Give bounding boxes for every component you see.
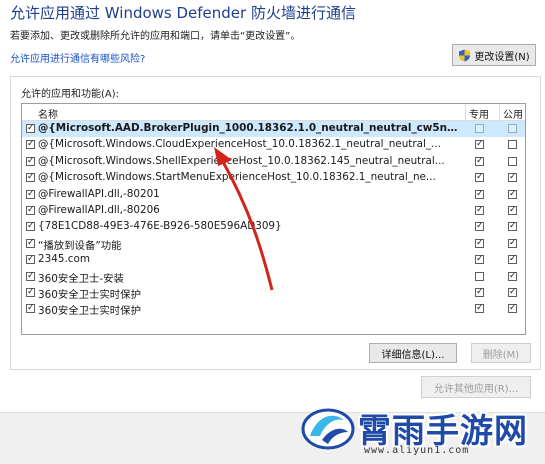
- page-title: 允许应用通过 Windows Defender 防火墙进行通信: [10, 4, 356, 22]
- public-network-checkbox[interactable]: ✓: [508, 206, 517, 215]
- app-name: @{Microsoft.Windows.StartMenuExperienceH…: [38, 171, 436, 184]
- description-text: 若要添加、更改或删除所允许的应用和端口，请单击“更改设置”。: [10, 31, 301, 42]
- private-network-checkbox[interactable]: ✓: [475, 222, 484, 232]
- list-header: 名称 专用 公用: [22, 104, 525, 121]
- app-name: 2345.com: [38, 253, 90, 266]
- column-private[interactable]: 专用: [469, 106, 489, 121]
- app-enabled-checkbox[interactable]: ✓: [26, 140, 35, 150]
- app-name: 360安全卫士-安装: [38, 272, 124, 285]
- public-network-checkbox[interactable]: ✓: [508, 189, 517, 199]
- public-network-checkbox[interactable]: ✓: [508, 238, 517, 248]
- app-name: @FirewallAPI.dll,-80201: [38, 187, 160, 200]
- public-network-checkbox[interactable]: ✓: [508, 173, 517, 183]
- app-enabled-checkbox[interactable]: ✓: [26, 271, 35, 281]
- private-network-checkbox[interactable]: [475, 124, 484, 133]
- watermark: 霄雨手游网 www.aliyun1.com: [300, 404, 535, 460]
- table-row[interactable]: ✓ @FirewallAPI.dll,-80201 ✓ ✓: [22, 187, 525, 203]
- private-network-checkbox[interactable]: ✓: [475, 206, 484, 215]
- private-network-checkbox[interactable]: ✓: [475, 189, 484, 199]
- watermark-logo-icon: [301, 408, 355, 450]
- column-divider[interactable]: [499, 104, 500, 120]
- column-divider[interactable]: [465, 104, 466, 120]
- table-row[interactable]: ✓ “播放到设备”功能 ✓ ✓: [22, 236, 525, 252]
- allowed-apps-label: 允许的应用和功能(A):: [21, 89, 120, 100]
- private-network-checkbox[interactable]: ✓: [475, 173, 484, 183]
- table-row[interactable]: ✓ 360安全卫士-安装 ✓: [22, 269, 525, 285]
- app-name: @{Microsoft.AAD.BrokerPlugin_1000.18362.…: [38, 122, 460, 134]
- allowed-apps-group: 允许的应用和功能(A): 名称 专用 公用 ✓ @{Microsoft.AAD.B…: [10, 76, 541, 370]
- private-network-checkbox[interactable]: ✓: [475, 288, 484, 297]
- table-row[interactable]: ✓ {78E1CD88-49E3-476E-B926-580E596AD309} ✓…: [22, 219, 525, 235]
- table-row[interactable]: ✓ 360安全卫士实时保护 ✓ ✓: [22, 301, 525, 318]
- app-name: 360安全卫士实时保护: [38, 289, 141, 301]
- private-network-checkbox[interactable]: ✓: [475, 304, 484, 314]
- table-row[interactable]: ✓ @FirewallAPI.dll,-80206 ✓ ✓: [22, 203, 525, 219]
- app-enabled-checkbox[interactable]: ✓: [26, 304, 35, 314]
- public-network-checkbox[interactable]: ✓: [508, 255, 517, 265]
- public-network-checkbox[interactable]: ✓: [508, 271, 517, 281]
- table-row[interactable]: ✓ @{Microsoft.Windows.ShellExperienceHost…: [22, 154, 525, 170]
- change-settings-button[interactable]: 更改设置(N): [452, 44, 536, 66]
- allowed-apps-list[interactable]: 名称 专用 公用 ✓ @{Microsoft.AAD.BrokerPlugin_1…: [21, 103, 526, 335]
- table-row[interactable]: ✓ 360安全卫士实时保护 ✓ ✓: [22, 285, 525, 301]
- app-enabled-checkbox[interactable]: ✓: [26, 238, 35, 248]
- private-network-checkbox[interactable]: ✓: [475, 140, 484, 150]
- remove-button[interactable]: 删除(M): [471, 343, 531, 363]
- private-network-checkbox[interactable]: ✓: [475, 156, 484, 166]
- app-enabled-checkbox[interactable]: ✓: [26, 288, 35, 297]
- public-network-checkbox[interactable]: ✓: [508, 304, 517, 314]
- private-network-checkbox[interactable]: [475, 271, 484, 281]
- app-name: @{Microsoft.Windows.ShellExperienceHost_…: [38, 154, 445, 167]
- column-public[interactable]: 公用: [503, 106, 523, 121]
- public-network-checkbox[interactable]: ✓: [508, 222, 517, 232]
- app-enabled-checkbox[interactable]: ✓: [26, 222, 35, 232]
- private-network-checkbox[interactable]: ✓: [475, 238, 484, 248]
- allow-other-app-button[interactable]: 允许其他应用(R)...: [421, 376, 531, 398]
- watermark-url: www.aliyun1.com: [364, 445, 470, 456]
- table-row[interactable]: ✓ @{Microsoft.Windows.StartMenuExperience…: [22, 170, 525, 186]
- table-row[interactable]: ✓ @{Microsoft.Windows.CloudExperienceHost…: [22, 137, 525, 153]
- change-settings-label: 更改设置(N): [474, 51, 530, 63]
- public-network-checkbox[interactable]: ✓: [508, 288, 517, 297]
- private-network-checkbox[interactable]: ✓: [475, 255, 484, 265]
- app-enabled-checkbox[interactable]: ✓: [26, 206, 35, 215]
- app-name: @FirewallAPI.dll,-80206: [38, 204, 160, 216]
- app-enabled-checkbox[interactable]: ✓: [26, 173, 35, 183]
- table-row[interactable]: ✓ @{Microsoft.AAD.BrokerPlugin_1000.18362…: [22, 121, 525, 137]
- app-enabled-checkbox[interactable]: ✓: [26, 189, 35, 199]
- table-row[interactable]: ✓ 2345.com ✓ ✓: [22, 252, 525, 268]
- risk-info-link[interactable]: 允许应用进行通信有哪些风险?: [10, 50, 145, 65]
- public-network-checkbox[interactable]: [508, 156, 517, 166]
- app-enabled-checkbox[interactable]: ✓: [26, 124, 35, 133]
- details-button[interactable]: 详细信息(L)...: [369, 343, 457, 363]
- public-network-checkbox[interactable]: [508, 140, 517, 150]
- app-enabled-checkbox[interactable]: ✓: [26, 255, 35, 265]
- app-name: @{Microsoft.Windows.CloudExperienceHost_…: [38, 138, 441, 151]
- app-name: {78E1CD88-49E3-476E-B926-580E596AD309}: [38, 220, 282, 233]
- public-network-checkbox[interactable]: [508, 124, 517, 133]
- column-name[interactable]: 名称: [38, 106, 58, 121]
- app-name: “播放到设备”功能: [38, 239, 122, 252]
- app-enabled-checkbox[interactable]: ✓: [26, 156, 35, 166]
- uac-shield-icon: [459, 49, 471, 61]
- app-name: 360安全卫士实时保护: [38, 305, 141, 318]
